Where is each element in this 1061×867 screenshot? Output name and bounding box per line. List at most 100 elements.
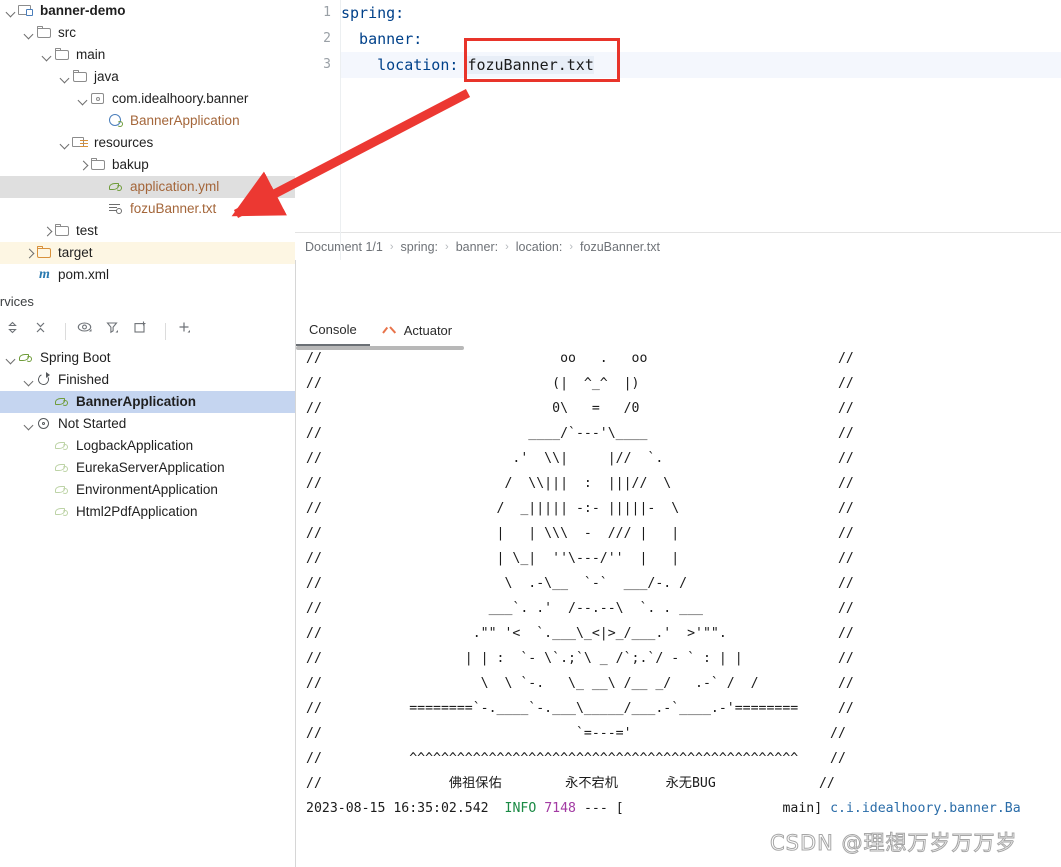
project-tree-item-label: pom.xml [58, 267, 110, 282]
editor-code-area[interactable]: spring: banner: location: fozuBanner.txt [341, 0, 1061, 260]
code-line-1: spring: [341, 0, 1061, 26]
code-editor[interactable]: 1 2 3 spring: banner: location: fozuBanner… [295, 0, 1061, 260]
breadcrumb-item[interactable]: banner: [455, 240, 499, 254]
collapse-all-icon[interactable] [33, 320, 56, 343]
folder-icon [72, 69, 89, 85]
tab-actuator[interactable]: Actuator [370, 316, 465, 346]
project-tree-item[interactable]: fozuBanner.txt [0, 198, 295, 220]
chevron-down-icon[interactable] [4, 352, 17, 365]
services-tree-item[interactable]: Spring Boot [0, 347, 295, 369]
services-tree-item[interactable]: Finished [0, 369, 295, 391]
services-tree-item[interactable]: BannerApplication [0, 391, 295, 413]
chevron-right-icon[interactable] [22, 247, 35, 260]
maven-icon: m [39, 267, 50, 282]
editor-gutter: 1 2 3 [295, 0, 341, 260]
toolbar-separator [165, 322, 166, 340]
chevron-down-icon[interactable] [22, 374, 35, 387]
text-file-icon [108, 201, 125, 217]
services-tree-item-label: Finished [58, 372, 110, 387]
show-hide-icon[interactable] [77, 320, 100, 343]
resources-root-icon [72, 135, 89, 151]
line-number: 1 [323, 5, 331, 20]
breadcrumb-item[interactable]: spring: [400, 240, 440, 254]
spring-run-faded-icon [54, 438, 71, 454]
chevron-down-icon[interactable] [22, 27, 35, 40]
open-in-new-tab-icon[interactable] [133, 320, 156, 343]
line-number: 2 [323, 31, 331, 46]
run-tool-window[interactable]: Console Actuator // oo . oo // // (| ^_^… [295, 288, 1061, 867]
spring-icon [18, 350, 35, 366]
project-tree-item-label: banner-demo [40, 3, 126, 18]
rerun-icon [36, 372, 53, 388]
project-tree-item[interactable]: target [0, 242, 295, 264]
console-log-line: 2023-08-15 16:35:02.542 INFO 7148 --- [ … [296, 796, 1061, 821]
console-log-area: 2023-08-15 16:35:02.542 INFO 7148 --- [ … [296, 796, 1061, 821]
services-tree-item[interactable]: Html2PdfApplication [0, 501, 295, 523]
yaml-spring-icon [108, 179, 125, 195]
console-banner-text: // oo . oo // // (| ^_^ |) // // 0\ = /0 [306, 351, 854, 791]
project-tree-item[interactable]: resources [0, 132, 295, 154]
code-text: location: [341, 56, 468, 74]
breadcrumb-separator-icon: › [389, 240, 394, 253]
add-icon[interactable] [177, 320, 200, 343]
project-tree-item[interactable]: m pom.xml [0, 264, 295, 286]
log-timestamp: 2023-08-15 16:35:02.542 [306, 801, 489, 816]
services-toolbar[interactable] [0, 315, 295, 347]
log-logger: c.i.idealhoory.banner.Ba [830, 801, 1021, 816]
chevron-right-icon[interactable] [76, 159, 89, 172]
project-tree-item[interactable]: banner-demo [0, 0, 295, 22]
folder-icon [54, 223, 71, 239]
breadcrumb-item[interactable]: fozuBanner.txt [579, 240, 661, 254]
services-tree-item[interactable]: EnvironmentApplication [0, 479, 295, 501]
tab-console[interactable]: Console [296, 316, 370, 346]
project-tree-item[interactable]: test [0, 220, 295, 242]
spring-run-faded-icon [54, 460, 71, 476]
project-tree-item-label: fozuBanner.txt [130, 201, 217, 216]
package-icon [90, 91, 107, 107]
code-text: banner: [341, 30, 423, 48]
gear-icon [36, 416, 53, 432]
project-tree-item[interactable]: application.yml [0, 176, 295, 198]
breadcrumb[interactable]: Document 1/1 › spring: › banner: › location: › f… [295, 232, 1061, 260]
expand-collapse-icon[interactable] [5, 320, 28, 343]
project-tree-item[interactable]: main [0, 44, 295, 66]
services-tree-item-label: LogbackApplication [76, 438, 194, 453]
services-tree-item-label: Spring Boot [40, 350, 111, 365]
log-level: INFO [504, 801, 537, 816]
chevron-down-icon[interactable] [40, 49, 53, 62]
project-tree-item-label: test [76, 223, 98, 238]
project-tree-item[interactable]: bakup [0, 154, 295, 176]
chevron-down-icon[interactable] [4, 5, 17, 18]
services-tree-item-label: Not Started [58, 416, 127, 431]
folder-icon [54, 47, 71, 63]
console-output[interactable]: // oo . oo // // (| ^_^ |) // // 0\ = /0 [296, 346, 1061, 867]
project-tool-window[interactable]: banner-demo src main java com.idealhoory.ban… [0, 0, 296, 288]
chevron-down-icon[interactable] [76, 93, 89, 106]
chevron-right-icon[interactable] [40, 225, 53, 238]
tab-console-label: Console [309, 322, 357, 337]
project-tree-item[interactable]: src [0, 22, 295, 44]
project-tree-item[interactable]: BannerApplication [0, 110, 295, 132]
chevron-down-icon[interactable] [22, 418, 35, 431]
breadcrumb-item[interactable]: Document 1/1 [304, 240, 384, 254]
breadcrumb-item[interactable]: location: [515, 240, 564, 254]
log-dashes: --- [ [583, 801, 624, 816]
run-tab-bar[interactable]: Console Actuator [296, 315, 1061, 347]
console-horizontal-scrollbar[interactable] [296, 346, 464, 350]
project-tree-item[interactable]: com.idealhoory.banner [0, 88, 295, 110]
services-tree-item[interactable]: Not Started [0, 413, 295, 435]
tab-actuator-label: Actuator [403, 323, 453, 338]
services-tree-item-label: Html2PdfApplication [76, 504, 198, 519]
spring-run-icon [54, 394, 71, 410]
chevron-down-icon[interactable] [58, 71, 71, 84]
services-tree-item[interactable]: LogbackApplication [0, 435, 295, 457]
chevron-down-icon[interactable] [58, 137, 71, 150]
services-tool-window-header: Services [0, 288, 295, 316]
services-tree-item[interactable]: EurekaServerApplication [0, 457, 295, 479]
project-tree-item[interactable]: java [0, 66, 295, 88]
filter-icon[interactable] [105, 320, 128, 343]
services-tree[interactable]: Spring Boot Finished BannerApplication Not … [0, 347, 295, 537]
